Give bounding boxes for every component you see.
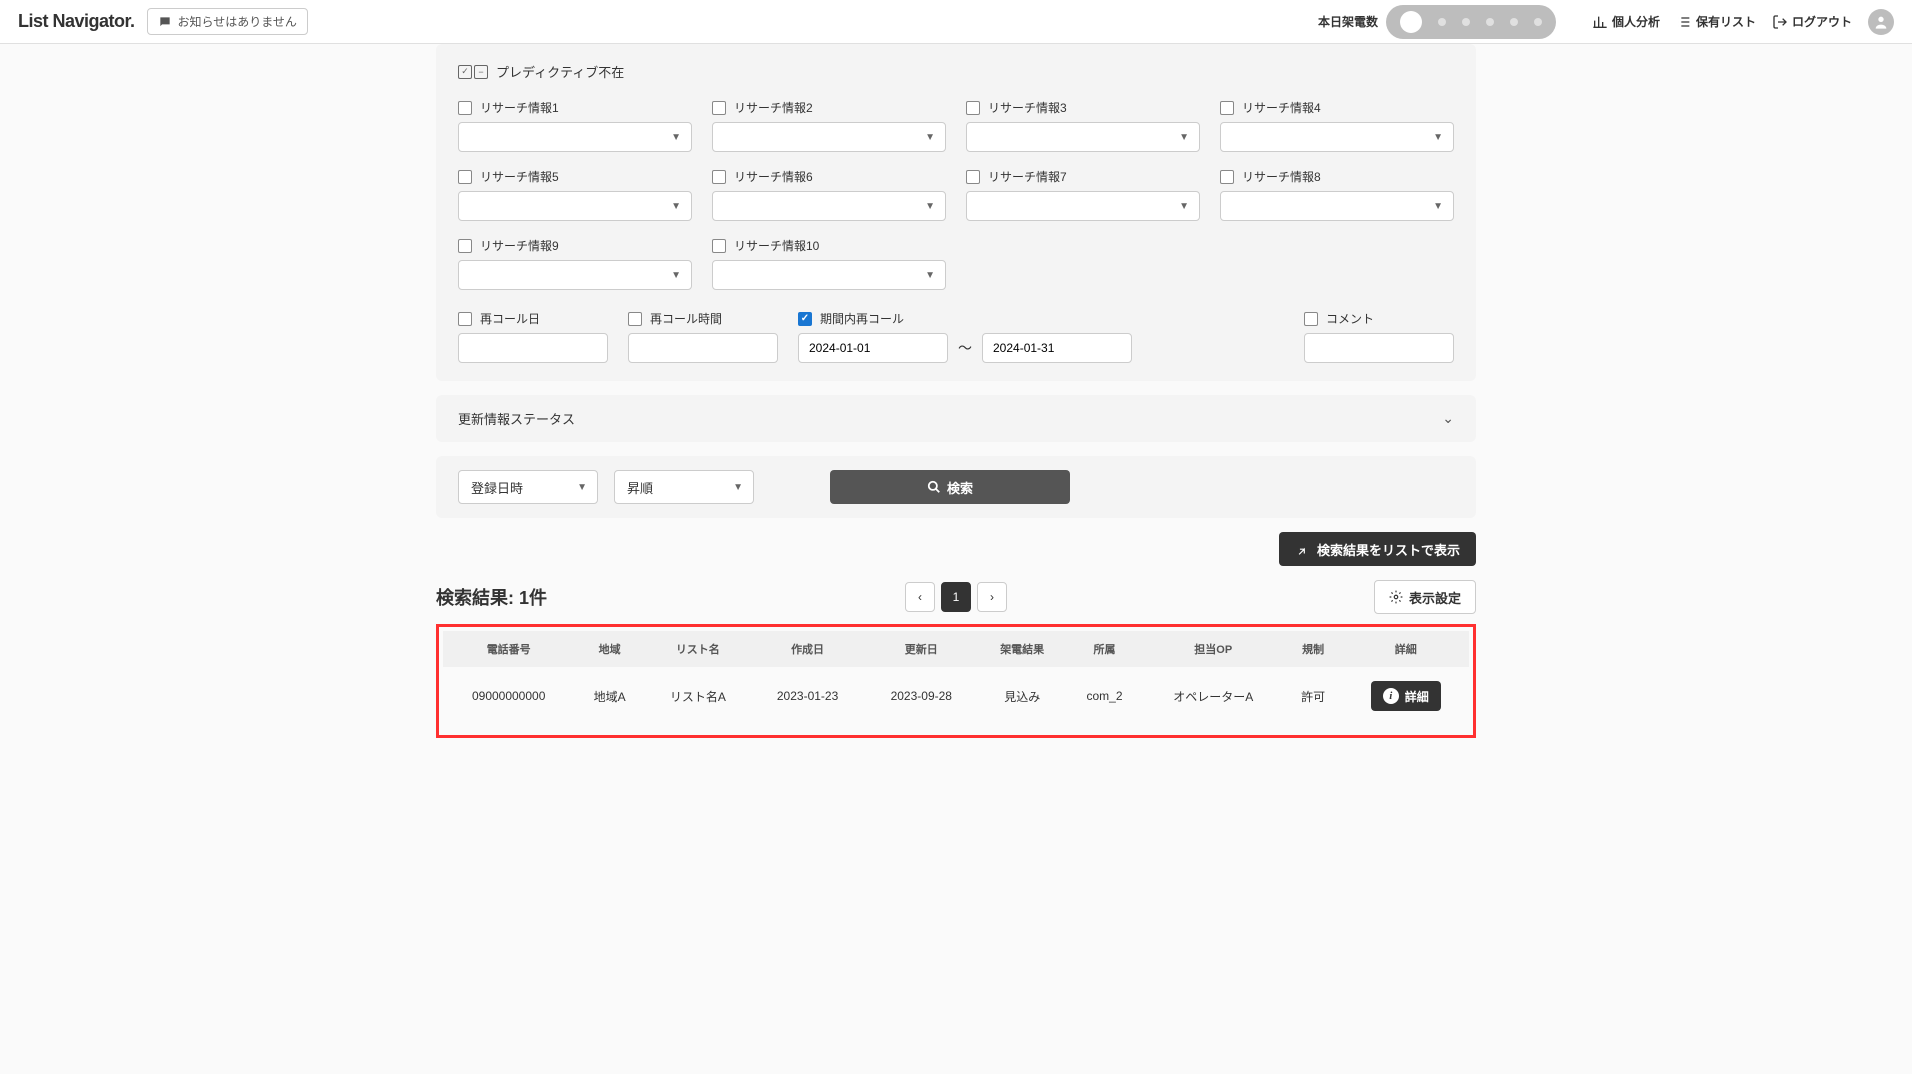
research-1-chk[interactable] [458, 101, 472, 115]
logout-link[interactable]: ログアウト [1772, 13, 1852, 30]
sort-order-select[interactable]: 昇順▼ [614, 470, 754, 504]
detail-button[interactable]: i 詳細 [1371, 681, 1441, 711]
cell-updated: 2023-09-28 [864, 667, 978, 725]
tilde: ～ [958, 338, 972, 358]
cell-org: com_2 [1066, 667, 1142, 725]
page-1[interactable]: 1 [941, 582, 971, 612]
research-10-chk[interactable] [712, 239, 726, 253]
research-7-chk[interactable] [966, 170, 980, 184]
col-area: 地域 [574, 631, 645, 667]
col-detail: 詳細 [1343, 631, 1469, 667]
recall-period-chk[interactable] [798, 312, 812, 326]
recall-time-input[interactable] [628, 333, 778, 363]
research-7-select[interactable]: ▼ [966, 191, 1200, 221]
avatar[interactable] [1868, 9, 1894, 35]
share-icon [1295, 542, 1309, 556]
pill-dot[interactable] [1438, 18, 1446, 26]
results-table-highlight: 電話番号 地域 リスト名 作成日 更新日 架電結果 所属 担当OP 規制 詳細 … [436, 624, 1476, 738]
calls-pill-bar[interactable] [1386, 5, 1556, 39]
calls-label: 本日架電数 [1318, 13, 1378, 30]
export-button[interactable]: 検索結果をリストで表示 [1279, 532, 1476, 566]
research-6-chk[interactable] [712, 170, 726, 184]
research-8-select[interactable]: ▼ [1220, 191, 1454, 221]
col-restrict: 規制 [1284, 631, 1343, 667]
chevron-down-icon: ⌄ [1442, 410, 1454, 427]
pill-1[interactable] [1400, 11, 1422, 33]
list-icon [1676, 14, 1692, 30]
cell-restrict: 許可 [1284, 667, 1343, 725]
cell-phone: 09000000000 [443, 667, 574, 725]
notice-text: お知らせはありません [178, 13, 297, 30]
chat-icon [158, 15, 172, 29]
research-5-select[interactable]: ▼ [458, 191, 692, 221]
research-2-select[interactable]: ▼ [712, 122, 946, 152]
table-row: 09000000000 地域A リスト名A 2023-01-23 2023-09… [443, 667, 1469, 725]
gear-icon [1389, 590, 1403, 604]
pill-dot[interactable] [1486, 18, 1494, 26]
tristate-icon[interactable]: ✓− [458, 65, 488, 79]
recall-time-chk[interactable] [628, 312, 642, 326]
period-from-input[interactable] [798, 333, 948, 363]
research-4-select[interactable]: ▼ [1220, 122, 1454, 152]
research-2-chk[interactable] [712, 101, 726, 115]
comment-input[interactable] [1304, 333, 1454, 363]
research-1-select[interactable]: ▼ [458, 122, 692, 152]
result-count: 検索結果: 1件 [436, 584, 547, 610]
cell-result: 見込み [978, 667, 1066, 725]
cell-area: 地域A [574, 667, 645, 725]
info-icon: i [1383, 688, 1399, 704]
saved-link[interactable]: 保有リスト [1676, 13, 1756, 30]
research-5-chk[interactable] [458, 170, 472, 184]
pagination: ‹ 1 › [905, 582, 1007, 612]
logout-icon [1772, 14, 1788, 30]
analysis-link[interactable]: 個人分析 [1592, 13, 1660, 30]
page-next[interactable]: › [977, 582, 1007, 612]
pill-dot[interactable] [1534, 18, 1542, 26]
display-settings-button[interactable]: 表示設定 [1374, 580, 1476, 614]
pill-dot[interactable] [1510, 18, 1518, 26]
recall-row: 再コール日 再コール時間 期間内再コール ～ コメント [458, 310, 1454, 363]
col-op: 担当OP [1143, 631, 1284, 667]
cell-list: リスト名A [645, 667, 751, 725]
col-phone: 電話番号 [443, 631, 574, 667]
col-result: 架電結果 [978, 631, 1066, 667]
pill-dot[interactable] [1462, 18, 1470, 26]
search-icon [927, 480, 941, 494]
app-header: List Navigator. お知らせはありません 本日架電数 個人分析 保有… [0, 0, 1912, 44]
col-created: 作成日 [751, 631, 865, 667]
search-button[interactable]: 検索 [830, 470, 1070, 504]
chart-icon [1592, 14, 1608, 30]
notice-button[interactable]: お知らせはありません [147, 8, 308, 35]
sort-card: 登録日時▼ 昇順▼ 検索 [436, 456, 1476, 518]
app-logo: List Navigator. [18, 11, 135, 32]
predictive-row: ✓− プレディクティブ不在 [458, 62, 1454, 81]
cell-op: オペレーターA [1143, 667, 1284, 725]
cell-created: 2023-01-23 [751, 667, 865, 725]
period-to-input[interactable] [982, 333, 1132, 363]
results-table: 電話番号 地域 リスト名 作成日 更新日 架電結果 所属 担当OP 規制 詳細 … [443, 631, 1469, 725]
user-icon [1873, 14, 1889, 30]
recall-date-input[interactable] [458, 333, 608, 363]
research-10-select[interactable]: ▼ [712, 260, 946, 290]
update-status-collapse[interactable]: 更新情報ステータス ⌄ [436, 395, 1476, 442]
filter-card: ✓− プレディクティブ不在 リサーチ情報1▼ リサーチ情報2▼ リサーチ情報3▼… [436, 44, 1476, 381]
col-updated: 更新日 [864, 631, 978, 667]
col-list: リスト名 [645, 631, 751, 667]
research-3-select[interactable]: ▼ [966, 122, 1200, 152]
page-prev[interactable]: ‹ [905, 582, 935, 612]
comment-chk[interactable] [1304, 312, 1318, 326]
research-3-chk[interactable] [966, 101, 980, 115]
research-8-chk[interactable] [1220, 170, 1234, 184]
research-9-chk[interactable] [458, 239, 472, 253]
predictive-label: プレディクティブ不在 [496, 62, 624, 81]
col-org: 所属 [1066, 631, 1142, 667]
research-4-chk[interactable] [1220, 101, 1234, 115]
research-9-select[interactable]: ▼ [458, 260, 692, 290]
recall-date-chk[interactable] [458, 312, 472, 326]
research-6-select[interactable]: ▼ [712, 191, 946, 221]
sort-field-select[interactable]: 登録日時▼ [458, 470, 598, 504]
